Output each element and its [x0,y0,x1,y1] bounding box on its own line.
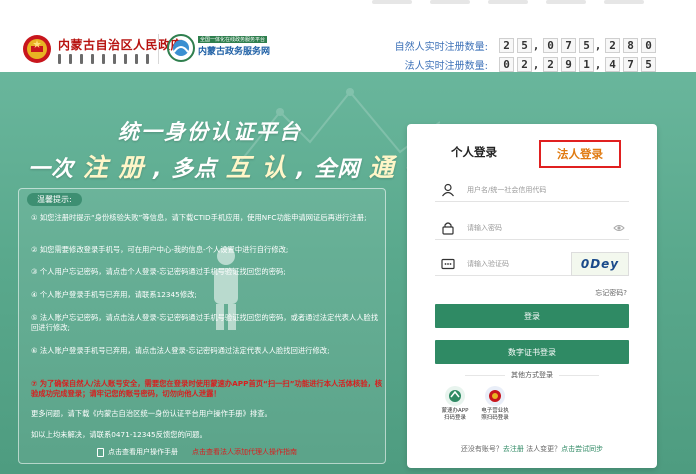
counter-digit: 5 [641,56,656,72]
document-icon [97,447,104,457]
national-emblem-icon [23,35,51,63]
password-field [435,216,629,240]
tab-legal-login[interactable]: 法人登录 [539,140,621,168]
business-license-login-label: 电子营业执 照扫码登录 [481,408,509,421]
counter-digit: 7 [561,37,576,53]
register-link[interactable]: 去注册 [503,445,524,453]
counter-digit: 2 [517,56,532,72]
tip-item: 如以上均未解决，请联系0471-12345反馈您的问题。 [31,430,207,439]
top-utility-strip [0,0,696,10]
counter-digit: 9 [561,56,576,72]
tips-title: 温馨提示: [27,193,82,206]
slogan-part: , 多点 [153,157,218,182]
site-header: 内蒙古自治区人民政府 全国一体化在线政务服务平台 内蒙古政务服务网 自然人实时注… [0,10,696,72]
platform-subtitle: 全国一体化在线政务服务平台 [198,36,268,43]
header-divider [158,34,159,64]
top-utility-links [372,0,672,6]
natural-counter-label: 自然人实时注册数量: [394,41,488,53]
legal-person-counter: 法人实时注册数量: 0 2 , 2 9 1 , 4 7 5 [405,56,656,72]
tip-item: ② 如您需要修改登录手机号，可在用户中心-我的信息-个人设置中进行自行修改; [31,245,289,254]
captcha-field-icon [441,258,455,269]
login-button[interactable]: 登录 [435,304,629,328]
lock-icon [442,221,454,235]
slogan-title: 统一身份认证平台 [118,120,302,144]
counter-digit: 5 [517,37,532,53]
legal-counter-label: 法人实时注册数量: [404,60,488,72]
business-license-login[interactable]: 电子营业执 照扫码登录 [475,386,515,422]
counter-digit: 0 [543,37,558,53]
password-input[interactable] [467,223,587,232]
mongolian-script-title [58,54,150,64]
counter-digit: 2 [499,37,514,53]
slogan-subtitle: 一次 注 册 , 多点 互 认 , 全网 通 行 [28,148,431,184]
counter-digit: 1 [579,56,594,72]
counter-separator: , [594,57,602,71]
captcha-input[interactable] [467,259,587,268]
username-field [435,178,629,202]
counter-digit: 0 [499,56,514,72]
mengsuban-app-login-label: 蒙速办APP 扫码登录 [441,408,469,421]
tip-item: ⑥ 法人账户登录手机号已弃用，请点击法人登录-忘记密码通过法定代表人人脸找回进行… [31,346,330,355]
counter-digit: 8 [623,37,638,53]
certificate-login-button[interactable]: 数字证书登录 [435,340,629,364]
captcha-image[interactable]: 0Dey [571,252,629,276]
slogan-part: , 全网 [296,157,361,182]
captcha-field: 0Dey [435,252,629,276]
counter-separator: , [594,38,602,52]
slogan-part: 互 认 [225,153,288,182]
tips-panel: 温馨提示: ① 如您注册时提示“身份核验失败”等信息，请下载CTID手机应用，使… [18,188,386,464]
tip-item: ④ 个人账户登录手机号已弃用，请联系12345修改; [31,290,197,299]
user-manual-link-label: 点击查看用户操作手册 [108,448,178,456]
forgot-password-link[interactable]: 忘记密码? [595,288,627,298]
counter-separator: , [532,38,540,52]
login-panel: 个人登录 法人登录 0De [407,124,657,468]
counter-digit: 5 [579,37,594,53]
sync-link[interactable]: 点击尝试同步 [561,445,603,453]
legal-change-text: 法人变更？ [526,445,562,453]
tip-item: ③ 个人用户忘记密码，请点击个人登录-忘记密码通过手机号验证找回您的密码; [31,267,286,276]
tip-item: 更多问题，请下载《内蒙古自治区统一身份认证平台用户操作手册》排查。 [31,409,272,418]
business-license-icon [485,386,505,406]
counter-digit: 2 [543,56,558,72]
gov-title: 内蒙古自治区人民政府 [58,38,184,52]
mengsuban-app-icon [445,386,465,406]
tip-item-warning: ⑦ 为了确保自然人/法人账号安全，需要您在登录时使用蒙速办APP首页“扫一扫”功… [31,379,383,398]
slogan-part: 一次 [28,157,75,182]
account-help-line: 还没有账号？去注册 法人变更？点击尝试同步 [407,444,657,454]
counter-separator: , [532,57,540,71]
counter-digit: 2 [605,37,620,53]
tab-personal-login[interactable]: 个人登录 [451,144,497,160]
counter-digit: 4 [605,56,620,72]
agent-guide-link[interactable]: 点击查看法人添加代理人操作指南 [192,447,297,457]
user-manual-link[interactable]: 点击查看用户操作手册 [97,447,178,457]
counter-digit: 0 [641,37,656,53]
tip-item: ① 如您注册时提示“身份核验失败”等信息，请下载CTID手机应用，使用NFC功能… [31,213,367,222]
tip-item: ⑤ 法人账户忘记密码，请点击法人登录-忘记密码通过手机号验证找回您的密码，或者通… [31,313,379,332]
tips-links: 点击查看用户操作手册 点击查看法人添加代理人操作指南 [97,447,297,457]
counter-digit: 7 [623,56,638,72]
platform-name: 内蒙古政务服务网 [198,47,271,57]
no-account-text: 还没有账号？ [460,445,503,453]
slogan-part: 注 册 [82,153,145,182]
mengsuban-app-login[interactable]: 蒙速办APP 扫码登录 [435,386,475,422]
hero-banner: 统一身份认证平台 一次 注 册 , 多点 互 认 , 全网 通 行 温馨提示: … [0,72,696,474]
user-icon [442,183,454,196]
eye-icon[interactable] [613,222,625,234]
natural-person-counter: 自然人实时注册数量: 2 5 , 0 7 5 , 2 8 0 [395,37,656,53]
other-login-methods-text: 其他方式登录 [511,371,553,379]
platform-logo-icon [167,34,195,62]
other-login-methods-label: 其他方式登录 [407,370,657,380]
username-input[interactable] [467,185,587,194]
